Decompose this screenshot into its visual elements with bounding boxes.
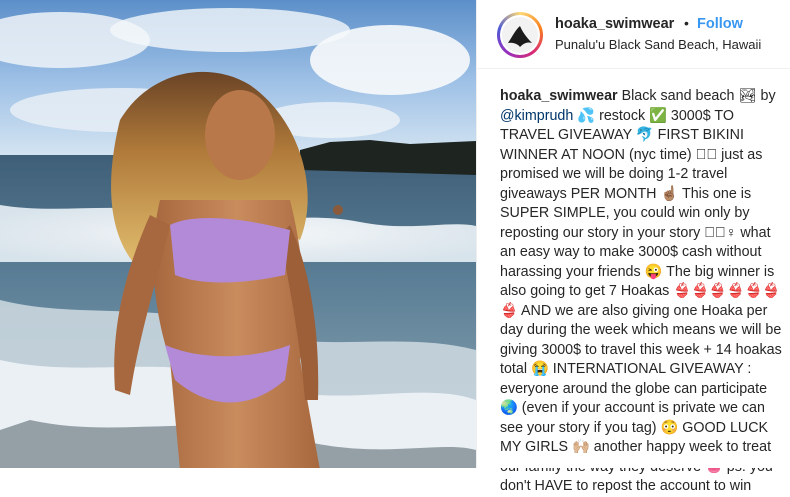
post-sidebar: hoaka_swimwear • Follow Punalu'u Black S… <box>476 0 790 494</box>
avatar[interactable] <box>497 12 543 58</box>
post-location[interactable]: Punalu'u Black Sand Beach, Hawaii <box>555 37 761 52</box>
caption-mention[interactable]: @kimprudh <box>500 108 573 124</box>
separator-dot: • <box>684 15 689 31</box>
action-bar-edge <box>477 458 790 468</box>
caption-text-1: Black sand beach 🏞 by <box>617 88 780 104</box>
caption-username[interactable]: hoaka_swimwear <box>500 88 618 104</box>
caption-text-2: 💦 restock ✅ 3000$ TO TRAVEL GIVEAWAY 🐬 F… <box>500 107 782 495</box>
avatar-logo-icon <box>502 17 538 53</box>
follow-button[interactable]: Follow <box>697 16 743 32</box>
beach-photo-image <box>0 0 476 468</box>
post-photo[interactable] <box>0 0 476 468</box>
post-header: hoaka_swimwear • Follow Punalu'u Black S… <box>477 0 790 69</box>
post-caption: hoaka_swimwear Black sand beach 🏞 by @ki… <box>500 87 786 497</box>
post-username[interactable]: hoaka_swimwear <box>555 16 674 32</box>
